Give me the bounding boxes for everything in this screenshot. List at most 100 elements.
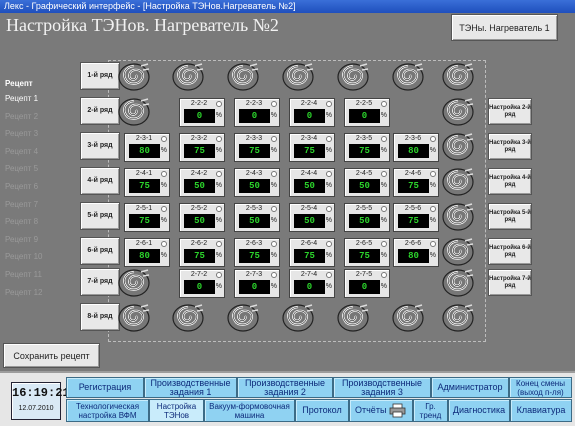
heater-cell[interactable]: 2-2-3 0% xyxy=(234,98,280,127)
heater-cell[interactable]: 2-4-6 75% xyxy=(393,168,439,197)
nav-ten-setup-button[interactable]: Настройка ТЭНов xyxy=(149,399,204,422)
heater-cell[interactable]: 2-4-1 75% xyxy=(124,168,170,197)
heater-power-value[interactable]: 50 xyxy=(239,179,270,193)
heater-cell[interactable]: 2-6-4 75% xyxy=(289,238,335,267)
nav-keyboard-button[interactable]: Клавиатура xyxy=(510,399,572,422)
heater-power-value[interactable]: 50 xyxy=(184,179,215,193)
recipe-item[interactable]: Рецепт 6 xyxy=(5,183,43,201)
row-2-button[interactable]: 2-й ряд xyxy=(80,97,120,125)
row-5-button[interactable]: 5-й ряд xyxy=(80,202,120,230)
heater-power-value[interactable]: 75 xyxy=(294,249,325,263)
heater-power-value[interactable]: 75 xyxy=(184,249,215,263)
setup-row-5-button[interactable]: Настройка 5-й ряд xyxy=(488,203,532,230)
recipe-item[interactable]: Рецепт 5 xyxy=(5,165,43,183)
recipe-item[interactable]: Рецепт 4 xyxy=(5,147,43,166)
setup-row-2-button[interactable]: Настройка 2-й ряд xyxy=(488,98,532,125)
heater-power-value[interactable]: 0 xyxy=(239,109,270,123)
setup-row-6-button[interactable]: Настройка 6-й ряд xyxy=(488,238,532,265)
heater-cell[interactable]: 2-5-1 75% xyxy=(124,203,170,232)
heater-power-value[interactable]: 0 xyxy=(349,280,380,294)
heater-power-value[interactable]: 50 xyxy=(239,214,270,228)
heater-power-value[interactable]: 75 xyxy=(239,249,270,263)
recipe-item[interactable]: Рецепт 8 xyxy=(5,218,43,236)
heater-cell[interactable]: 2-3-6 80% xyxy=(393,133,439,162)
heater-cell[interactable]: 2-3-3 75% xyxy=(234,133,280,162)
nav-administrator-button[interactable]: Администратор xyxy=(431,377,509,398)
heater-cell[interactable]: 2-5-4 50% xyxy=(289,203,335,232)
heater-cell[interactable]: 2-3-4 75% xyxy=(289,133,335,162)
nav-graph-trend-button[interactable]: Гр. тренд xyxy=(413,399,448,422)
nav-tech-setup-button[interactable]: Технологическая настройка ВФМ xyxy=(66,399,149,422)
heater-power-value[interactable]: 75 xyxy=(239,144,270,158)
heater-cell[interactable]: 2-4-2 50% xyxy=(179,168,225,197)
heater-power-value[interactable]: 50 xyxy=(349,214,380,228)
heater-cell[interactable]: 2-6-2 75% xyxy=(179,238,225,267)
recipe-item[interactable]: Рецепт 10 xyxy=(5,253,43,271)
heater-power-value[interactable]: 50 xyxy=(349,179,380,193)
heater-cell[interactable]: 2-7-3 0% xyxy=(234,269,280,298)
recipe-item[interactable]: Рецепт 3 xyxy=(5,130,43,148)
heater-power-value[interactable]: 80 xyxy=(398,249,429,263)
heater-power-value[interactable]: 50 xyxy=(294,214,325,228)
heater-cell[interactable]: 2-7-2 0% xyxy=(179,269,225,298)
heater-power-value[interactable]: 75 xyxy=(349,144,380,158)
heater-cell[interactable]: 2-2-2 0% xyxy=(179,98,225,127)
heater-cell[interactable]: 2-4-4 50% xyxy=(289,168,335,197)
heater-cell[interactable]: 2-2-4 0% xyxy=(289,98,335,127)
heater-cell[interactable]: 2-4-5 50% xyxy=(344,168,390,197)
row-4-button[interactable]: 4-й ряд xyxy=(80,167,120,195)
recipe-item[interactable]: Рецепт 2 xyxy=(5,112,43,131)
heater-cell[interactable]: 2-4-3 50% xyxy=(234,168,280,197)
nav-reports-button[interactable]: Отчёты xyxy=(349,399,413,422)
setup-row-7-button[interactable]: Настройка 7-й ряд xyxy=(488,269,532,296)
heater-cell[interactable]: 2-7-5 0% xyxy=(344,269,390,298)
heater-cell[interactable]: 2-2-5 0% xyxy=(344,98,390,127)
heater-power-value[interactable]: 0 xyxy=(239,280,270,294)
heater-cell[interactable]: 2-5-6 75% xyxy=(393,203,439,232)
row-7-button[interactable]: 7-й ряд xyxy=(80,268,120,296)
heater-power-value[interactable]: 75 xyxy=(294,144,325,158)
nav-registration-button[interactable]: Регистрация xyxy=(66,377,144,398)
row-6-button[interactable]: 6-й ряд xyxy=(80,237,120,265)
nav-vacuum-machine-button[interactable]: Вакуум-формовочная машина xyxy=(204,399,295,422)
recipe-item[interactable]: Рецепт 1 xyxy=(5,95,43,113)
recipe-item[interactable]: Рецепт 7 xyxy=(5,200,43,219)
nav-shift-end-button[interactable]: Конец смены (выход п-ля) xyxy=(509,377,572,398)
heater-power-value[interactable]: 0 xyxy=(294,109,325,123)
heater-power-value[interactable]: 75 xyxy=(129,214,160,228)
heater-power-value[interactable]: 75 xyxy=(398,214,429,228)
heater-cell[interactable]: 2-6-5 75% xyxy=(344,238,390,267)
recipe-item[interactable]: Рецепт 9 xyxy=(5,235,43,254)
heater-power-value[interactable]: 50 xyxy=(184,214,215,228)
heater-cell[interactable]: 2-6-1 80% xyxy=(124,238,170,267)
save-recipe-button[interactable]: Сохранить рецепт xyxy=(3,343,100,368)
heater-cell[interactable]: 2-5-5 50% xyxy=(344,203,390,232)
nav-production-tasks-3-button[interactable]: Производственные задания 3 xyxy=(333,377,431,398)
heater-cell[interactable]: 2-5-3 50% xyxy=(234,203,280,232)
nav-protocol-button[interactable]: Протокол xyxy=(295,399,349,422)
nav-production-tasks-1-button[interactable]: Производственные задания 1 xyxy=(144,377,237,398)
heater-power-value[interactable]: 0 xyxy=(184,280,215,294)
heater-power-value[interactable]: 0 xyxy=(294,280,325,294)
heater-cell[interactable]: 2-6-6 80% xyxy=(393,238,439,267)
heater-power-value[interactable]: 0 xyxy=(184,109,215,123)
heater-power-value[interactable]: 80 xyxy=(398,144,429,158)
heater-cell[interactable]: 2-3-1 80% xyxy=(124,133,170,162)
row-1-button[interactable]: 1-й ряд xyxy=(80,62,120,90)
heater-power-value[interactable]: 80 xyxy=(129,249,160,263)
setup-row-4-button[interactable]: Настройка 4-й ряд xyxy=(488,168,532,195)
row-3-button[interactable]: 3-й ряд xyxy=(80,132,120,160)
row-8-button[interactable]: 8-й ряд xyxy=(80,303,120,331)
heater-power-value[interactable]: 75 xyxy=(349,249,380,263)
heater-cell[interactable]: 2-7-4 0% xyxy=(289,269,335,298)
setup-row-3-button[interactable]: Настройка 3-й ряд xyxy=(488,133,532,160)
recipe-item[interactable]: Рецепт 11 xyxy=(5,271,43,289)
heater-1-button[interactable]: ТЭНы. Нагреватель 1 xyxy=(451,14,558,41)
heater-cell[interactable]: 2-3-2 75% xyxy=(179,133,225,162)
heater-power-value[interactable]: 50 xyxy=(294,179,325,193)
heater-cell[interactable]: 2-3-5 75% xyxy=(344,133,390,162)
heater-cell[interactable]: 2-5-2 50% xyxy=(179,203,225,232)
nav-production-tasks-2-button[interactable]: Производственные задания 2 xyxy=(237,377,333,398)
nav-diagnostics-button[interactable]: Диагностика xyxy=(448,399,510,422)
heater-power-value[interactable]: 75 xyxy=(129,179,160,193)
